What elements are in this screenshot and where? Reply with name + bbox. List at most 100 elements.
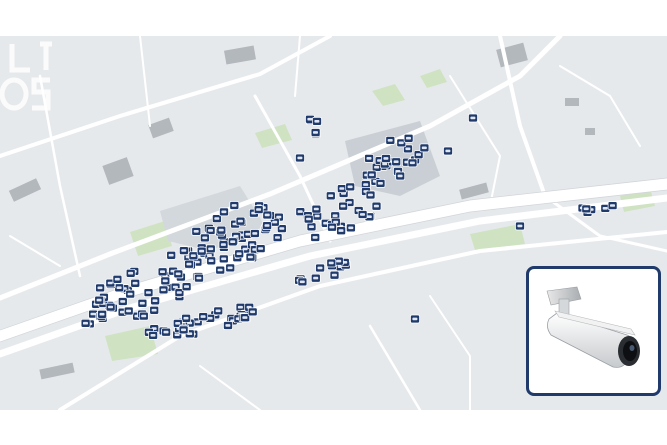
camera-marker-icon[interactable] [178, 325, 189, 335]
camera-marker-icon[interactable] [272, 233, 283, 242]
camera-marker-icon[interactable] [229, 201, 240, 210]
camera-marker-icon[interactable] [173, 269, 184, 279]
camera-marker-icon[interactable] [181, 282, 192, 292]
camera-marker-icon[interactable] [196, 246, 207, 256]
camera-marker-icon[interactable] [206, 256, 217, 266]
camera-marker-icon[interactable] [338, 201, 348, 211]
camera-marker-icon[interactable] [150, 296, 160, 306]
camera-marker-icon[interactable] [137, 298, 148, 308]
camera-marker-icon[interactable] [366, 170, 377, 180]
camera-marker-icon[interactable] [218, 240, 229, 250]
camera-marker-icon[interactable] [357, 210, 368, 219]
camera-marker-icon[interactable] [234, 249, 245, 259]
camera-marker-icon[interactable] [385, 136, 396, 145]
camera-marker-icon[interactable] [184, 259, 194, 269]
camera-marker-icon[interactable] [205, 226, 216, 235]
camera-marker-icon[interactable] [125, 289, 136, 299]
camera-marker-icon[interactable] [95, 283, 105, 293]
camera-marker-icon[interactable] [225, 263, 236, 273]
camera-marker-icon[interactable] [125, 268, 136, 278]
camera-marker-icon[interactable] [262, 221, 272, 230]
camera-marker-icon[interactable] [325, 191, 336, 201]
camera-marker-icon[interactable] [97, 309, 107, 319]
camera-marker-icon[interactable] [326, 258, 337, 268]
camera-marker-icon[interactable] [253, 205, 264, 214]
camera-marker-icon[interactable] [607, 201, 618, 210]
camera-marker-icon[interactable] [371, 201, 382, 211]
camera-marker-icon[interactable] [365, 190, 376, 200]
camera-marker-icon[interactable] [395, 171, 406, 181]
screenshot-frame [0, 0, 667, 445]
camera-marker-icon[interactable] [329, 270, 340, 280]
camera-marker-icon[interactable] [138, 311, 149, 321]
camera-marker-icon[interactable] [315, 263, 325, 273]
camera-marker-icon[interactable] [336, 226, 346, 236]
camera-marker-icon[interactable] [123, 306, 134, 316]
camera-marker-icon[interactable] [80, 318, 91, 328]
camera-marker-icon[interactable] [143, 288, 154, 297]
camera-marker-icon[interactable] [114, 283, 125, 293]
camera-marker-icon[interactable] [419, 143, 430, 153]
camera-marker-icon[interactable] [130, 278, 141, 288]
camera-marker-icon[interactable] [443, 146, 453, 156]
camera-marker-icon[interactable] [198, 312, 209, 322]
camera-marker-icon[interactable] [403, 133, 414, 143]
camera-marker-icon[interactable] [158, 285, 169, 295]
camera-marker-icon[interactable] [148, 331, 158, 340]
camera-marker-icon[interactable] [219, 207, 229, 217]
camera-marker-icon[interactable] [188, 251, 199, 261]
camera-marker-icon[interactable] [112, 274, 123, 284]
camera-marker-icon[interactable] [310, 273, 321, 283]
camera-marker-icon[interactable] [191, 227, 202, 236]
camera-marker-icon[interactable] [581, 204, 592, 214]
camera-location-map[interactable] [0, 36, 667, 410]
camera-marker-icon[interactable] [157, 267, 168, 277]
camera-marker-icon[interactable] [218, 254, 229, 264]
camera-marker-icon[interactable] [255, 244, 266, 253]
camera-marker-icon[interactable] [105, 302, 116, 312]
camera-marker-icon[interactable] [250, 229, 260, 238]
camera-marker-icon[interactable] [391, 157, 402, 167]
camera-marker-icon[interactable] [215, 265, 226, 275]
camera-marker-icon[interactable] [295, 153, 305, 163]
camera-marker-icon[interactable] [262, 210, 273, 220]
camera-marker-icon[interactable] [216, 225, 227, 235]
camera-marker-icon[interactable] [245, 252, 256, 262]
camera-marker-icon[interactable] [194, 273, 204, 283]
camera-marker-icon[interactable] [381, 154, 391, 163]
camera-marker-icon[interactable] [310, 128, 321, 137]
camera-marker-icon[interactable] [337, 184, 347, 193]
camera-marker-icon[interactable] [346, 223, 356, 233]
camera-marker-icon[interactable] [468, 113, 478, 123]
camera-marker-icon[interactable] [297, 277, 308, 287]
camera-marker-icon[interactable] [149, 305, 160, 315]
camera-marker-icon[interactable] [375, 179, 386, 188]
camera-marker-icon[interactable] [410, 314, 420, 324]
camera-marker-icon[interactable] [161, 327, 171, 337]
camera-marker-icon[interactable] [181, 313, 191, 323]
camera-marker-icon[interactable] [327, 222, 337, 232]
camera-marker-icon[interactable] [235, 216, 246, 226]
camera-marker-icon[interactable] [179, 246, 189, 255]
camera-marker-icon[interactable] [303, 214, 314, 224]
camera-marker-icon[interactable] [94, 295, 105, 305]
camera-marker-icon[interactable] [227, 237, 238, 247]
camera-marker-icon[interactable] [312, 117, 322, 126]
camera-marker-icon[interactable] [166, 250, 177, 260]
camera-marker-icon[interactable] [160, 276, 171, 286]
camera-marker-icon[interactable] [311, 204, 322, 214]
camera-marker-icon[interactable] [407, 158, 418, 168]
camera-marker-icon[interactable] [200, 233, 210, 243]
camera-marker-icon[interactable] [205, 244, 216, 254]
camera-product-card [526, 266, 661, 396]
camera-marker-icon[interactable] [345, 182, 356, 192]
camera-marker-icon[interactable] [364, 154, 374, 163]
camera-marker-icon[interactable] [213, 306, 224, 316]
channel-logo-watermark [0, 41, 52, 111]
camera-marker-icon[interactable] [310, 233, 321, 242]
camera-marker-icon[interactable] [117, 297, 128, 306]
camera-marker-icon[interactable] [223, 321, 233, 330]
camera-marker-icon[interactable] [306, 222, 317, 232]
camera-marker-icon[interactable] [247, 307, 258, 317]
camera-marker-icon[interactable] [515, 221, 525, 231]
